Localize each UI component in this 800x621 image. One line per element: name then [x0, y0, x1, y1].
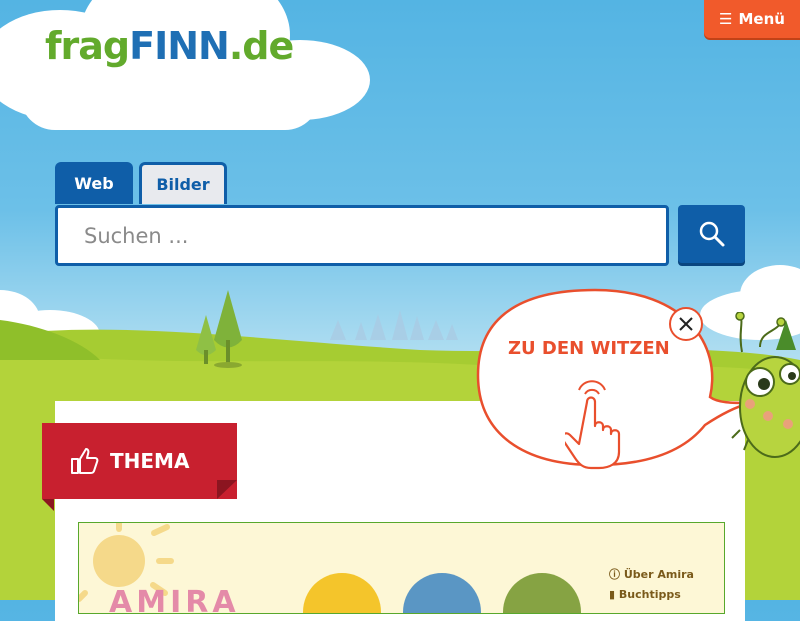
tab-web-label: Web: [74, 173, 114, 193]
search-input[interactable]: [55, 205, 669, 266]
pointing-hand-icon: [565, 380, 621, 470]
search-tabs: Web Bilder: [55, 162, 227, 204]
close-icon: [679, 317, 693, 331]
ribbon-fold-left: [42, 499, 54, 511]
tab-bilder[interactable]: Bilder: [139, 162, 227, 204]
search-icon: [699, 221, 724, 247]
teaser-circle-green: [503, 573, 581, 613]
logo-de: .de: [228, 24, 294, 68]
teaser-circle-yellow: [303, 573, 381, 613]
search-button[interactable]: [678, 205, 745, 263]
thumbs-up-icon: [71, 448, 99, 474]
teaser-circle-blue: [403, 573, 481, 613]
book-icon: ▮: [609, 588, 619, 601]
topic-label: THEMA: [110, 449, 190, 473]
teaser-links: ⓘ Über Amira ▮ Buchtipps: [609, 565, 694, 605]
finn-mascot[interactable]: [720, 312, 800, 462]
tab-web[interactable]: Web: [55, 162, 133, 204]
amira-teaser[interactable]: AMIRA ⓘ Über Amira ▮ Buchtipps: [78, 522, 725, 614]
teaser-link-books[interactable]: ▮ Buchtipps: [609, 585, 694, 605]
info-icon: ⓘ: [609, 568, 624, 581]
topic-ribbon[interactable]: THEMA: [42, 423, 237, 499]
fragfinn-logo[interactable]: fragFINN.de: [45, 24, 294, 68]
tab-bilder-label: Bilder: [156, 175, 210, 194]
logo-frag: frag: [45, 24, 130, 68]
logo-finn: FINN: [129, 24, 230, 68]
jokes-label[interactable]: ZU DEN WITZEN: [508, 338, 670, 359]
teaser-link-about[interactable]: ⓘ Über Amira: [609, 565, 694, 585]
menu-label: Menü: [738, 10, 785, 28]
ribbon-fold: [217, 480, 237, 499]
hamburger-icon: ☰: [719, 10, 733, 28]
close-bubble-button[interactable]: [669, 307, 703, 341]
menu-button[interactable]: ☰ Menü: [704, 0, 800, 38]
